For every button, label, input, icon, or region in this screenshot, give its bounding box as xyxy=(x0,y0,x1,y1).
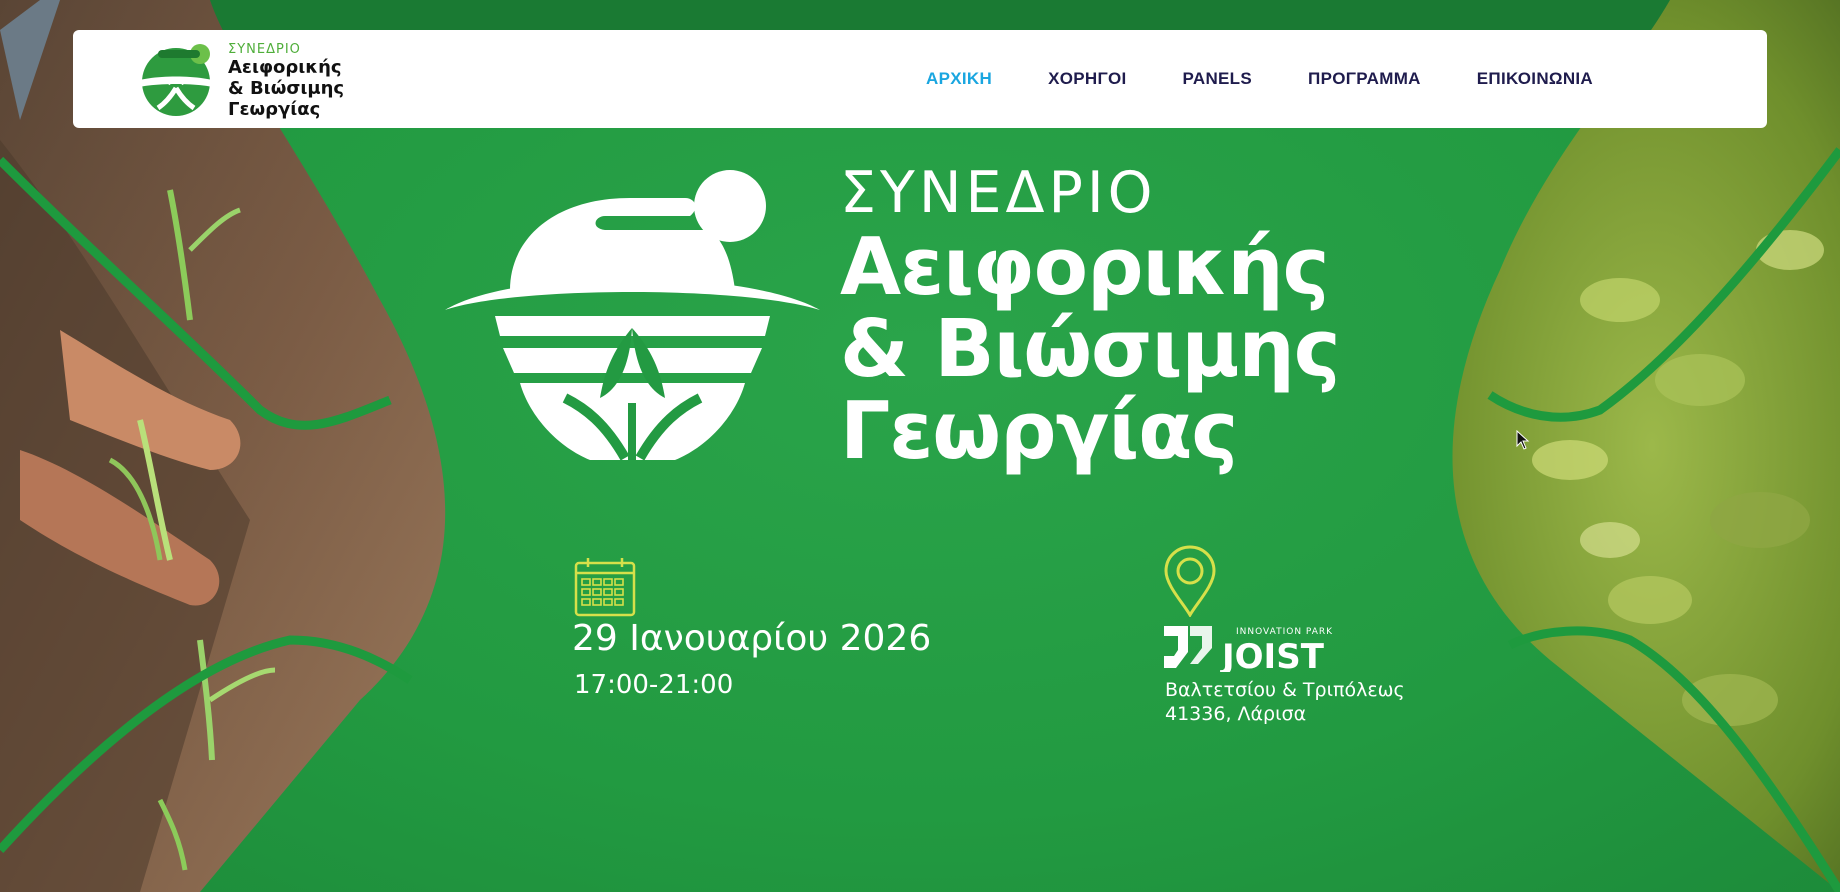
hero-title-line-3: Γεωργίας xyxy=(840,385,1238,477)
brand-small-text: ΣΥΝΕΔΡΙΟ xyxy=(228,42,301,57)
address-line-2: 41336, Λάρισα xyxy=(1165,703,1307,725)
hero-title: ΣΥΝΕΔΡΙΟ Αειφορικής & Βιώσιμης Γεωργίας xyxy=(840,160,1341,477)
site-logo[interactable]: ΣΥΝΕΔΡΙΟ Αειφορικής & Βιώσιμης Γεωργίας xyxy=(128,38,348,122)
left-photo-soil xyxy=(0,0,446,892)
hero-title-line-2: & Βιώσιμης xyxy=(840,303,1341,395)
venue-tagline: INNOVATION PARK xyxy=(1236,627,1333,637)
brand-line-1: Αειφορικής xyxy=(228,57,342,78)
right-photo-leaves xyxy=(1452,0,1840,892)
nav-item-contact[interactable]: ΕΠΙΚΟΙΝΩΝΙΑ xyxy=(1477,69,1593,89)
hero-logo-icon xyxy=(445,170,820,460)
joist-logo: INNOVATION PARK JOIST xyxy=(1164,626,1333,672)
hero-title-line-1: Αειφορικής xyxy=(840,221,1329,313)
calendar-icon xyxy=(574,558,636,617)
nav-item-sponsors[interactable]: ΧΟΡΗΓΟΙ xyxy=(1048,69,1126,89)
logo-mark-icon xyxy=(128,44,224,116)
mouse-cursor-icon xyxy=(1516,430,1530,450)
brand-line-2: & Βιώσιμης xyxy=(228,78,345,99)
nav-item-home[interactable]: ΑΡΧΙΚΗ xyxy=(926,69,992,89)
nav-item-program[interactable]: ΠΡΟΓΡΑΜΜΑ xyxy=(1308,69,1421,89)
brand-line-3: Γεωργίας xyxy=(228,99,321,120)
nav-item-panels[interactable]: PANELS xyxy=(1183,69,1253,89)
venue-address: Βαλτετσίου & Τριπόλεως 41336, Λάρισα xyxy=(1165,678,1405,726)
main-nav: ΑΡΧΙΚΗ ΧΟΡΗΓΟΙ PANELS ΠΡΟΓΡΑΜΜΑ ΕΠΙΚΟΙΝΩ… xyxy=(926,30,1593,128)
hero-title-small: ΣΥΝΕΔΡΙΟ xyxy=(840,160,1157,226)
location-pin-icon xyxy=(1164,545,1216,617)
navbar: ΣΥΝΕΔΡΙΟ Αειφορικής & Βιώσιμης Γεωργίας … xyxy=(73,30,1767,128)
event-date: 29 Ιανουαρίου 2026 xyxy=(572,618,932,659)
venue-name: JOIST xyxy=(1220,637,1325,672)
address-line-1: Βαλτετσίου & Τριπόλεως xyxy=(1165,679,1405,701)
event-time: 17:00-21:00 xyxy=(574,670,734,700)
